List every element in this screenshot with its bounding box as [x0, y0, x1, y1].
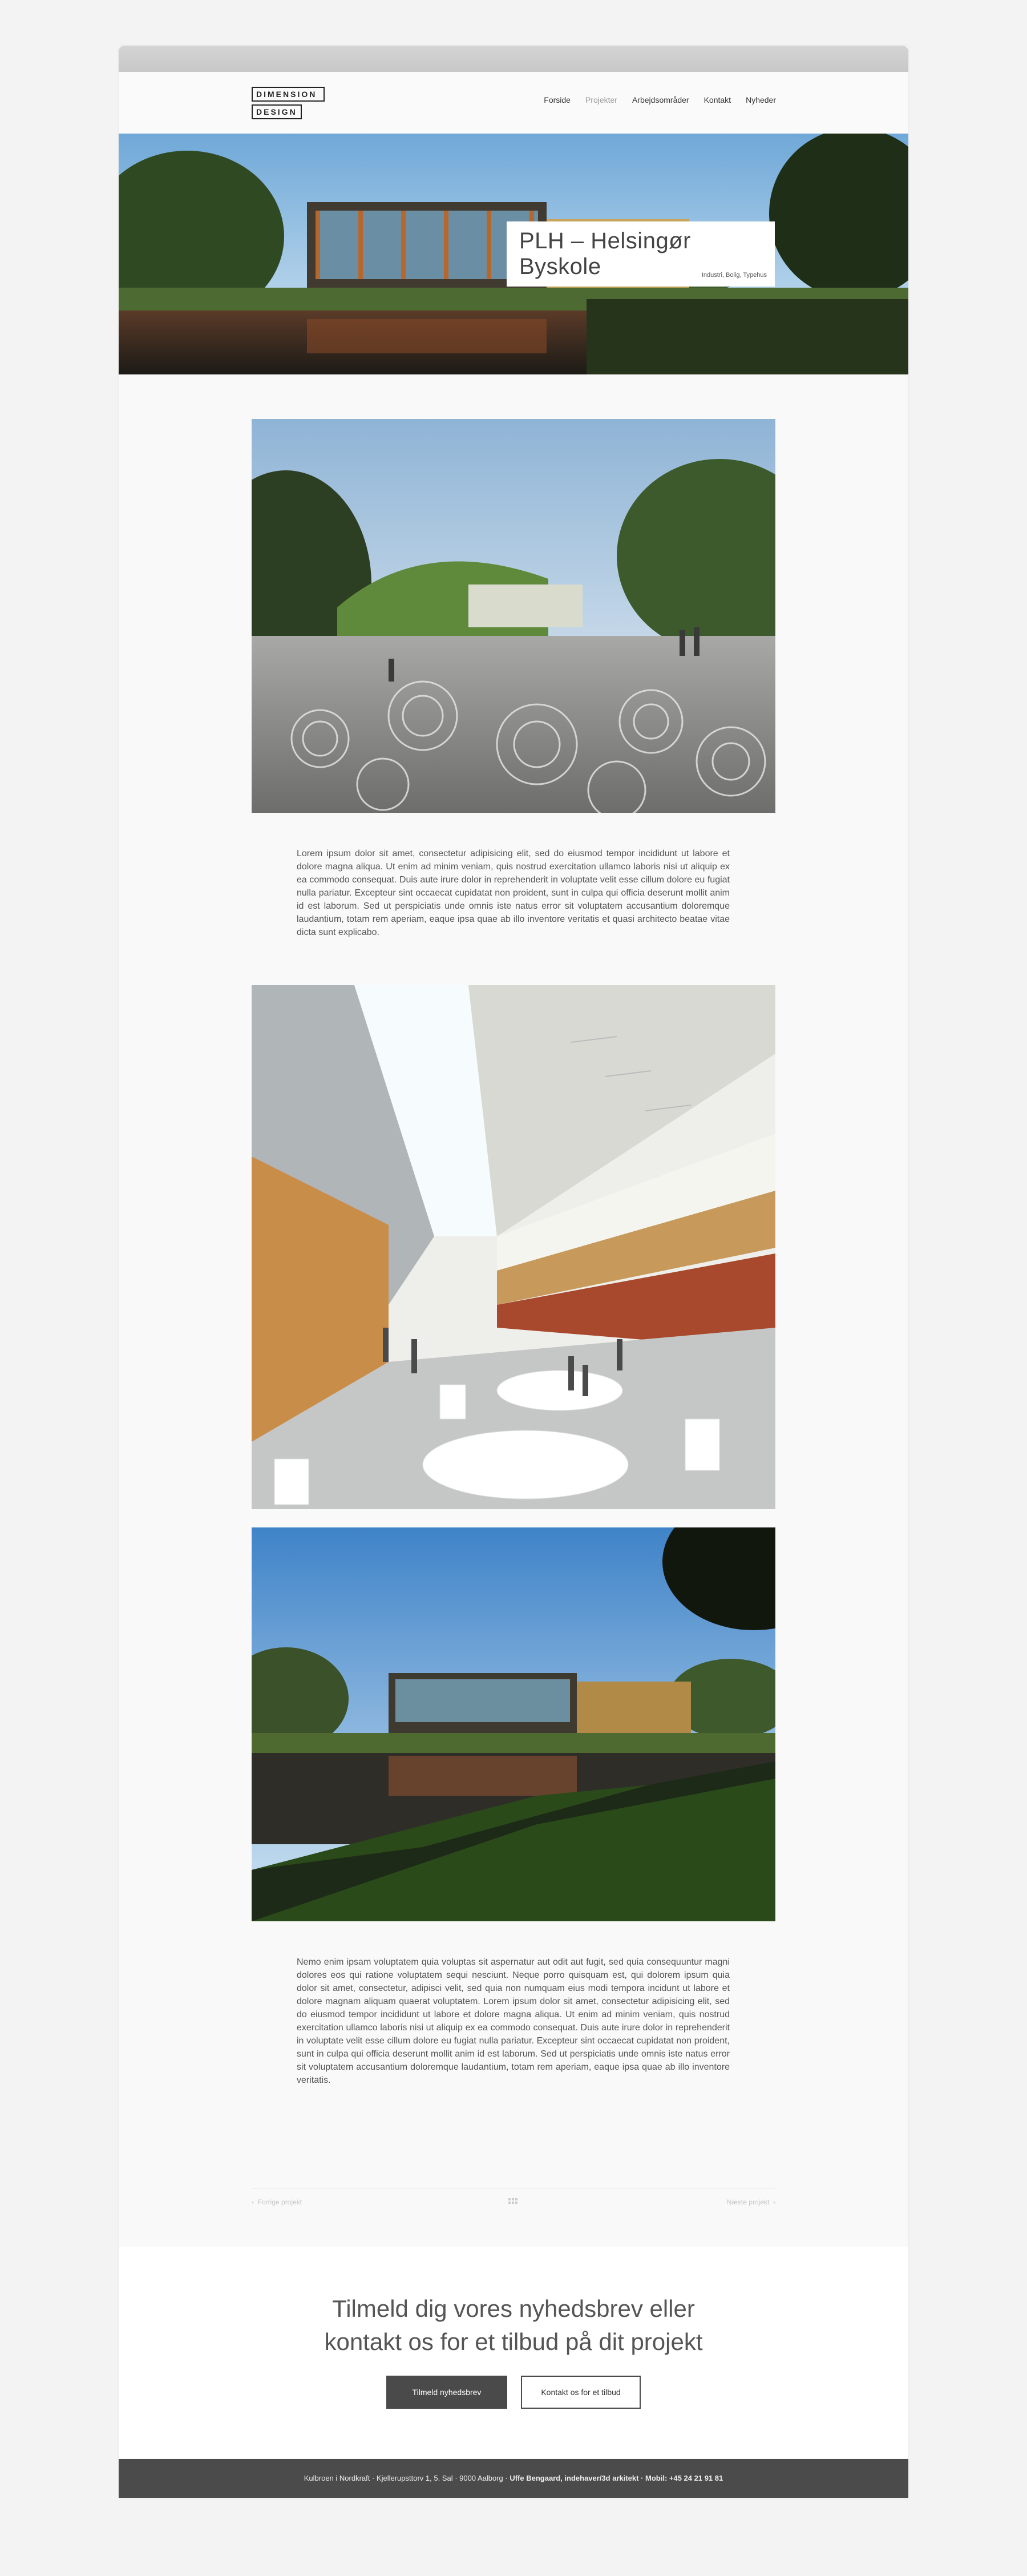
project-pager: ‹ Forrige projekt Næste projekt ›: [252, 2188, 775, 2216]
project-description-1: Lorem ipsum dolor sit amet, consectetur …: [297, 849, 730, 937]
newsletter-button[interactable]: Tilmeld nyhedsbrev: [386, 2376, 507, 2409]
site-header: DIMENSION DESIGN Forside Projekter Arbej…: [119, 72, 908, 134]
grid-icon[interactable]: [508, 2198, 517, 2205]
footer-address: Kulbroen i Nordkraft · Kjellerupsttorv 1…: [304, 2474, 510, 2482]
nav-item-projekter[interactable]: Projekter: [585, 95, 617, 104]
contact-offer-button[interactable]: Kontakt os for et tilbud: [521, 2376, 641, 2409]
logo-line-2: DESIGN: [252, 104, 302, 119]
site-footer: Kulbroen i Nordkraft · Kjellerupsttorv 1…: [119, 2459, 908, 2498]
next-project-link[interactable]: Næste projekt ›: [727, 2198, 775, 2206]
cta-heading: Tilmeld dig vores nyhedsbrev eller konta…: [324, 2295, 703, 2355]
hero-image: PLH – Helsingør Byskole Industri, Bolig,…: [119, 134, 908, 374]
main-nav: Forside Projekter Arbejdsområder Kontakt…: [544, 95, 776, 104]
logo-line-1: DIMENSION: [252, 87, 325, 102]
nav-item-forside[interactable]: Forside: [544, 95, 571, 104]
plaza-illustration: [252, 419, 775, 813]
project-image-plaza: [252, 419, 775, 813]
project-image-lake: [252, 1527, 775, 1921]
nav-item-arbejdsomrader[interactable]: Arbejdsområder: [632, 95, 689, 104]
cta-section: Tilmeld dig vores nyhedsbrev eller konta…: [119, 2247, 908, 2458]
project-title-card: PLH – Helsingør Byskole Industri, Bolig,…: [507, 221, 775, 287]
logo[interactable]: DIMENSION DESIGN: [252, 87, 325, 120]
lake-illustration: [252, 1527, 775, 1921]
project-description-2: Nemo enim ipsam voluptatem quia voluptas…: [297, 1957, 730, 2085]
nav-item-kontakt[interactable]: Kontakt: [704, 95, 731, 104]
project-tags: Industri, Bolig, Typehus: [701, 272, 767, 279]
interior-illustration: [252, 985, 775, 1509]
page-frame: DIMENSION DESIGN Forside Projekter Arbej…: [119, 46, 908, 2498]
footer-owner: Uffe Bengaard, indehaver/3d arkitekt · M…: [510, 2474, 723, 2482]
prev-project-link[interactable]: ‹ Forrige projekt: [252, 2198, 302, 2206]
project-image-interior: [252, 985, 775, 1509]
browser-bar: [119, 46, 908, 72]
nav-item-nyheder[interactable]: Nyheder: [746, 95, 776, 104]
